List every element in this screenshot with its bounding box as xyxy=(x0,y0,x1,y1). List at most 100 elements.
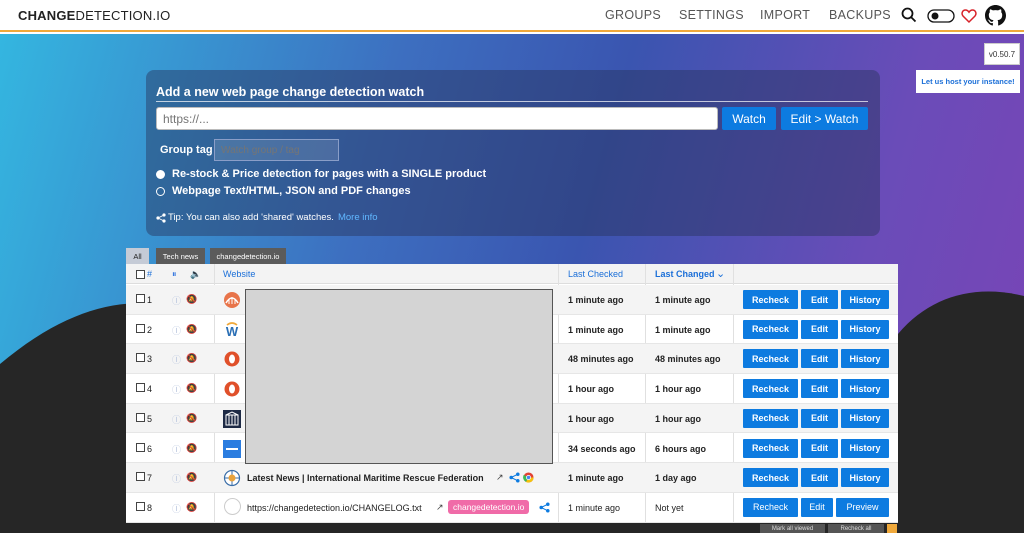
external-link-icon[interactable]: ↗ xyxy=(436,502,444,513)
header-last-changed[interactable]: Last Changed xyxy=(655,269,715,279)
row-checkbox[interactable] xyxy=(136,294,145,303)
redacted-area xyxy=(245,289,553,464)
group-tag-input[interactable] xyxy=(214,139,339,161)
mute-icon[interactable]: 🔕 xyxy=(186,472,197,483)
mute-icon[interactable]: 🔕 xyxy=(186,413,197,424)
history-button[interactable]: History xyxy=(841,379,889,399)
pause-icon[interactable]: Ⓘ xyxy=(172,324,181,337)
favicon-icon xyxy=(223,470,241,487)
pause-icon[interactable]: Ⓘ xyxy=(172,472,181,485)
recheck-button[interactable]: Recheck xyxy=(743,438,798,458)
rss-icon[interactable] xyxy=(887,524,897,533)
nav-settings[interactable]: SETTINGS xyxy=(679,8,744,22)
edit-button[interactable]: Edit xyxy=(801,408,838,428)
nav-groups[interactable]: GROUPS xyxy=(605,8,661,22)
more-info-link[interactable]: More info xyxy=(338,212,378,223)
select-all-checkbox[interactable] xyxy=(136,270,145,279)
option-text[interactable]: Webpage Text/HTML, JSON and PDF changes xyxy=(156,185,411,197)
share-icon xyxy=(156,212,166,223)
dark-mode-toggle-icon[interactable] xyxy=(927,9,955,23)
mute-icon[interactable]: 🔕 xyxy=(186,324,197,335)
mute-icon[interactable]: 🔕 xyxy=(186,502,197,513)
pause-icon[interactable]: Ⓘ xyxy=(172,443,181,456)
recheck-all-button[interactable]: Recheck all xyxy=(828,524,884,533)
row-num: 2 xyxy=(147,324,153,335)
edit-button[interactable]: Edit xyxy=(801,319,838,339)
nav-backups[interactable]: BACKUPS xyxy=(829,8,891,22)
tag-badge[interactable]: changedetection.io xyxy=(448,499,530,514)
history-button[interactable]: History xyxy=(841,408,889,428)
mute-icon[interactable]: 🔕 xyxy=(186,353,197,364)
mute-icon[interactable]: 🔕 xyxy=(186,294,197,305)
history-button[interactable]: History xyxy=(841,349,889,369)
recheck-button[interactable]: Recheck xyxy=(743,497,798,517)
edit-button[interactable]: Edit xyxy=(801,497,833,517)
watch-url[interactable]: https://changedetection.io/CHANGELOG.txt xyxy=(247,503,422,513)
edit-button[interactable]: Edit xyxy=(801,468,838,488)
group-tag-label: Group tag xyxy=(160,144,213,156)
last-checked: 1 minute ago xyxy=(568,502,621,513)
tab-all[interactable]: All xyxy=(126,248,149,264)
header-website[interactable]: Website xyxy=(223,269,255,279)
pause-icon[interactable]: Ⓘ xyxy=(172,383,181,396)
edit-watch-button[interactable]: Edit > Watch xyxy=(781,107,868,130)
recheck-button[interactable]: Recheck xyxy=(743,290,798,309)
row-checkbox[interactable] xyxy=(136,442,145,452)
row-checkbox[interactable] xyxy=(136,412,145,422)
favicon-icon xyxy=(224,351,240,367)
row-checkbox[interactable] xyxy=(136,323,145,333)
radio-restock[interactable] xyxy=(156,169,165,179)
history-button[interactable]: History xyxy=(841,290,889,309)
row-num: 6 xyxy=(147,443,153,454)
recheck-button[interactable]: Recheck xyxy=(743,379,798,399)
external-link-icon[interactable]: ↗ xyxy=(496,472,504,483)
favicon-icon xyxy=(224,381,240,397)
watch-title[interactable]: Latest News | International Maritime Res… xyxy=(247,473,484,483)
recheck-button[interactable]: Recheck xyxy=(743,468,798,488)
recheck-button[interactable]: Recheck xyxy=(743,408,798,428)
tab-changedetection[interactable]: changedetection.io xyxy=(210,248,286,264)
url-input[interactable] xyxy=(156,107,718,130)
table-header: # ⏸ 🔈 Website Last Checked Last Changed … xyxy=(126,264,898,284)
top-navbar: CHANGEDETECTION.IO GROUPS SETTINGS IMPOR… xyxy=(0,0,1024,32)
search-icon[interactable] xyxy=(901,6,917,24)
row-checkbox[interactable] xyxy=(136,472,145,482)
last-checked: 34 seconds ago xyxy=(568,443,636,454)
history-button[interactable]: History xyxy=(841,319,889,339)
row-checkbox[interactable] xyxy=(136,383,145,393)
history-button[interactable]: History xyxy=(841,438,889,458)
last-checked: 1 hour ago xyxy=(568,413,615,424)
preview-button[interactable]: Preview xyxy=(836,497,889,517)
radio-text[interactable] xyxy=(156,186,165,196)
row-checkbox[interactable] xyxy=(136,353,145,363)
recheck-button[interactable]: Recheck xyxy=(743,349,798,369)
pause-icon[interactable]: Ⓘ xyxy=(172,353,181,366)
pause-icon[interactable]: Ⓘ xyxy=(172,294,181,307)
row-checkbox[interactable] xyxy=(136,501,145,511)
tab-tech-news[interactable]: Tech news xyxy=(156,248,205,264)
pause-icon[interactable]: Ⓘ xyxy=(172,502,181,515)
host-instance-link[interactable]: Let us host your instance! xyxy=(916,70,1020,93)
edit-button[interactable]: Edit xyxy=(801,438,838,458)
history-button[interactable]: History xyxy=(841,468,889,488)
mute-icon[interactable]: 🔕 xyxy=(186,443,197,454)
github-icon[interactable] xyxy=(985,5,1006,26)
edit-button[interactable]: Edit xyxy=(801,349,838,369)
table-row: 8 Ⓘ 🔕 https://changedetection.io/CHANGEL… xyxy=(126,493,898,523)
row-num: 7 xyxy=(147,473,153,484)
pause-icon[interactable]: Ⓘ xyxy=(172,413,181,426)
mark-all-viewed-button[interactable]: Mark all viewed xyxy=(760,524,825,533)
option-restock[interactable]: Re-stock & Price detection for pages wit… xyxy=(156,168,486,180)
edit-button[interactable]: Edit xyxy=(801,379,838,399)
recheck-button[interactable]: Recheck xyxy=(743,319,798,339)
nav-import[interactable]: IMPORT xyxy=(760,8,810,22)
header-last-checked[interactable]: Last Checked xyxy=(568,269,623,279)
share-icon[interactable] xyxy=(539,502,550,513)
brand-logo[interactable]: CHANGEDETECTION.IO xyxy=(18,8,170,23)
header-num[interactable]: # xyxy=(147,269,152,279)
heart-icon[interactable] xyxy=(961,8,977,24)
edit-button[interactable]: Edit xyxy=(801,290,838,309)
mute-icon[interactable]: 🔕 xyxy=(186,383,197,394)
watch-button[interactable]: Watch xyxy=(722,107,776,130)
share-icon[interactable] xyxy=(509,472,520,483)
